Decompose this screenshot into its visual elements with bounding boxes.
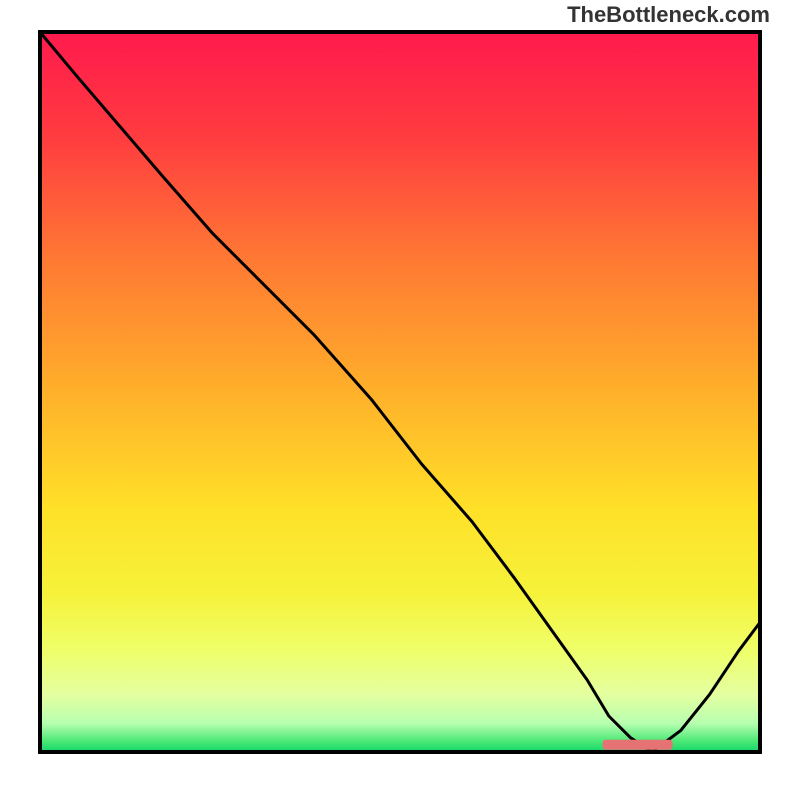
bottleneck-chart: TheBottleneck.com [0,0,800,800]
optimal-marker [603,740,673,750]
plot-area [40,32,760,752]
attribution-text: TheBottleneck.com [567,2,770,27]
